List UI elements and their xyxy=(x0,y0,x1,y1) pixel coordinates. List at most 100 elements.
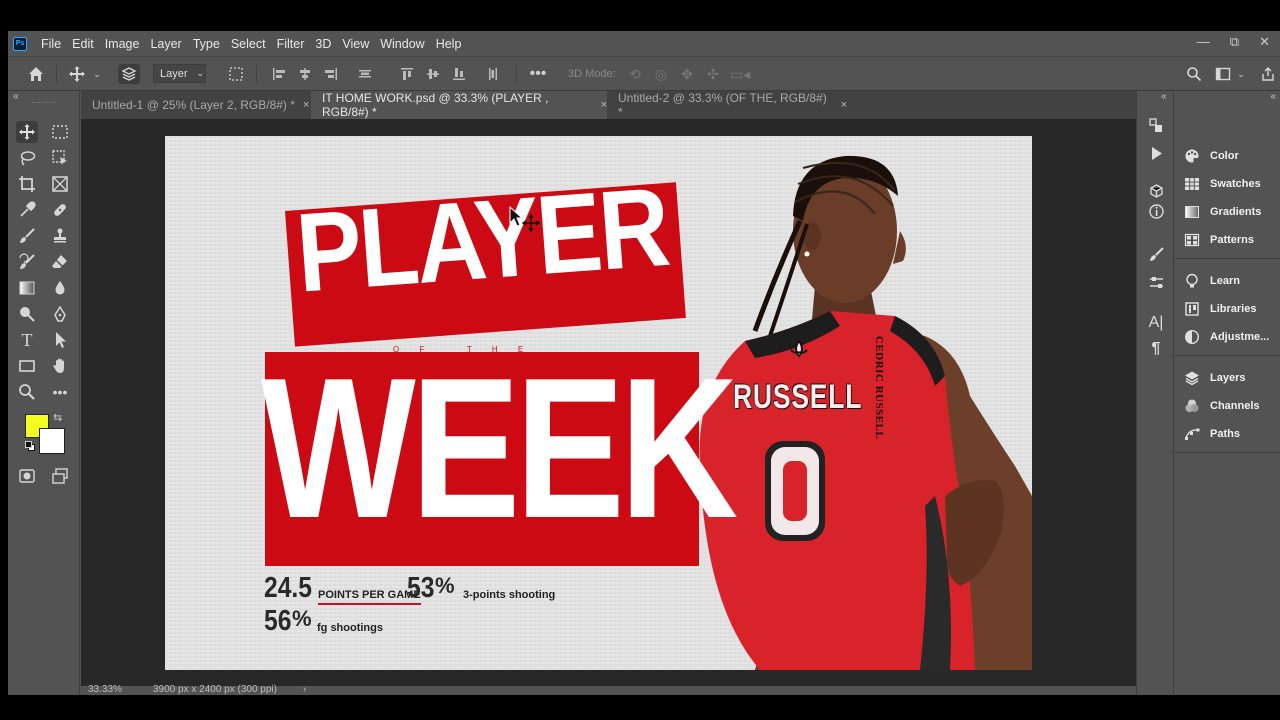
crop-tool-icon[interactable] xyxy=(16,173,38,195)
menu-bar: Ps File Edit Image Layer Type Select Fil… xyxy=(8,31,1280,56)
zoom-tool-icon[interactable] xyxy=(16,381,38,403)
history-icon[interactable] xyxy=(1146,115,1166,135)
eyedropper-tool-icon[interactable] xyxy=(16,199,38,221)
menu-window[interactable]: Window xyxy=(380,37,424,51)
marquee-tool-icon[interactable] xyxy=(49,121,71,143)
menu-filter[interactable]: Filter xyxy=(277,37,305,51)
panel-channels[interactable]: Channels xyxy=(1183,396,1260,416)
tab-it-home-work[interactable]: IT HOME WORK.psd @ 33.3% (PLAYER , RGB/8… xyxy=(311,91,607,119)
menu-3d[interactable]: 3D xyxy=(315,37,331,51)
panel-swatches[interactable]: Swatches xyxy=(1183,174,1261,194)
close-window-button[interactable]: ✕ xyxy=(1259,34,1270,50)
frame-tool-icon[interactable] xyxy=(49,173,71,195)
workspace-chevron-icon[interactable]: ⌄ xyxy=(1236,64,1246,84)
paragraph-panel-icon[interactable]: ¶ xyxy=(1146,339,1166,359)
share-icon[interactable] xyxy=(1258,64,1278,84)
3d-roll-icon[interactable]: ◎ xyxy=(652,64,670,84)
screen-mode-icon[interactable] xyxy=(49,465,71,487)
character-panel-icon[interactable]: A| xyxy=(1146,313,1166,333)
tool-preset-chevron-icon[interactable]: ⌄ xyxy=(92,64,102,84)
3d-pan-icon[interactable]: ✥ xyxy=(678,64,696,84)
tools-panel: « T ••• ⇆ xyxy=(8,91,80,695)
history-brush-tool-icon[interactable] xyxy=(16,251,38,273)
panel-adjustments[interactable]: Adjustme... xyxy=(1183,327,1269,347)
menu-file[interactable]: File xyxy=(41,37,61,51)
status-menu-arrow[interactable]: › xyxy=(303,684,306,695)
default-colors-icon[interactable] xyxy=(25,441,35,451)
clone-stamp-tool-icon[interactable] xyxy=(49,225,71,247)
move-tool-icon[interactable] xyxy=(16,121,38,143)
quick-mask-icon[interactable] xyxy=(16,465,38,487)
distribute-vertical-icon[interactable] xyxy=(356,64,374,84)
rectangle-tool-icon[interactable] xyxy=(16,355,38,377)
align-left-icon[interactable] xyxy=(270,64,288,84)
blur-tool-icon[interactable] xyxy=(49,277,71,299)
object-selection-tool-icon[interactable] xyxy=(49,147,71,169)
move-tool-icon[interactable] xyxy=(66,64,88,84)
path-selection-tool-icon[interactable] xyxy=(49,329,71,351)
panel-patterns[interactable]: Patterns xyxy=(1183,230,1254,250)
align-bottom-icon[interactable] xyxy=(450,64,468,84)
3d-panel-icon[interactable] xyxy=(1146,181,1166,201)
hand-tool-icon[interactable] xyxy=(49,355,71,377)
transform-controls-icon[interactable] xyxy=(226,64,246,84)
collapse-dock-icon[interactable]: « xyxy=(1161,91,1167,102)
panel-libraries[interactable]: Libraries xyxy=(1183,299,1256,319)
healing-brush-tool-icon[interactable] xyxy=(49,199,71,221)
menu-image[interactable]: Image xyxy=(105,37,140,51)
tab-untitled-1[interactable]: Untitled-1 @ 25% (Layer 2, RGB/8#) * × xyxy=(81,91,311,119)
lasso-tool-icon[interactable] xyxy=(16,147,38,169)
brush-settings-icon[interactable] xyxy=(1146,244,1166,264)
close-tab-icon[interactable]: × xyxy=(841,99,847,111)
collapse-tools-icon[interactable]: « xyxy=(13,91,19,102)
adjustments-icon xyxy=(1183,328,1201,346)
minimize-button[interactable]: — xyxy=(1197,34,1210,50)
3d-scale-icon[interactable]: ▭◂ xyxy=(730,64,750,84)
home-icon[interactable] xyxy=(25,64,47,84)
edit-toolbar-icon[interactable]: ••• xyxy=(49,381,71,403)
document-canvas[interactable]: RUSSELL CEDRIC RUSSELL PLAYER O F T H E … xyxy=(165,136,1032,670)
panel-layers[interactable]: Layers xyxy=(1183,368,1245,388)
swap-colors-icon[interactable]: ⇆ xyxy=(53,411,62,424)
panel-color[interactable]: Color xyxy=(1183,146,1239,166)
brush-tool-icon[interactable] xyxy=(16,225,38,247)
distribute-horizontal-icon[interactable] xyxy=(484,64,502,84)
canvas-area[interactable]: RUSSELL CEDRIC RUSSELL PLAYER O F T H E … xyxy=(81,119,1136,686)
align-center-icon[interactable] xyxy=(296,64,314,84)
gradient-tool-icon[interactable] xyxy=(16,277,38,299)
info-icon[interactable] xyxy=(1146,201,1166,221)
panel-paths[interactable]: Paths xyxy=(1183,424,1240,444)
close-tab-icon[interactable]: × xyxy=(303,99,309,111)
dodge-tool-icon[interactable] xyxy=(16,303,38,325)
align-top-icon[interactable] xyxy=(398,64,416,84)
search-icon[interactable] xyxy=(1184,64,1204,84)
menu-view[interactable]: View xyxy=(342,37,369,51)
pen-tool-icon[interactable] xyxy=(49,303,71,325)
3d-slide-icon[interactable]: ✣ xyxy=(704,64,722,84)
tab-untitled-2[interactable]: Untitled-2 @ 33.3% (OF THE, RGB/8#) * × xyxy=(607,91,847,119)
auto-select-target-dropdown[interactable]: Layer ⌄ xyxy=(153,64,206,83)
type-tool-icon[interactable]: T xyxy=(16,329,38,351)
menu-select[interactable]: Select xyxy=(231,37,266,51)
zoom-level[interactable]: 33.33% xyxy=(88,684,122,695)
panel-learn[interactable]: Learn xyxy=(1183,271,1240,291)
eraser-tool-icon[interactable] xyxy=(49,251,71,273)
restore-button[interactable]: ⧉ xyxy=(1230,34,1239,50)
collapse-panels-icon[interactable]: « xyxy=(1270,91,1276,102)
menu-help[interactable]: Help xyxy=(436,37,462,51)
actions-play-icon[interactable] xyxy=(1146,143,1166,163)
workspace-icon[interactable] xyxy=(1213,64,1233,84)
patterns-grid-icon xyxy=(1183,231,1201,249)
menu-type[interactable]: Type xyxy=(193,37,220,51)
menu-edit[interactable]: Edit xyxy=(72,37,94,51)
align-right-icon[interactable] xyxy=(322,64,340,84)
brushes-sliders-icon[interactable] xyxy=(1146,272,1166,292)
more-options-icon[interactable]: ••• xyxy=(526,64,550,84)
panel-gradients[interactable]: Gradients xyxy=(1183,202,1261,222)
headline-week: WEEK xyxy=(261,337,738,560)
3d-orbit-icon[interactable]: ⟲ xyxy=(626,64,644,84)
menu-layer[interactable]: Layer xyxy=(150,37,181,51)
auto-select-icon[interactable] xyxy=(118,64,140,84)
background-color-swatch[interactable] xyxy=(39,428,65,454)
align-middle-icon[interactable] xyxy=(424,64,442,84)
